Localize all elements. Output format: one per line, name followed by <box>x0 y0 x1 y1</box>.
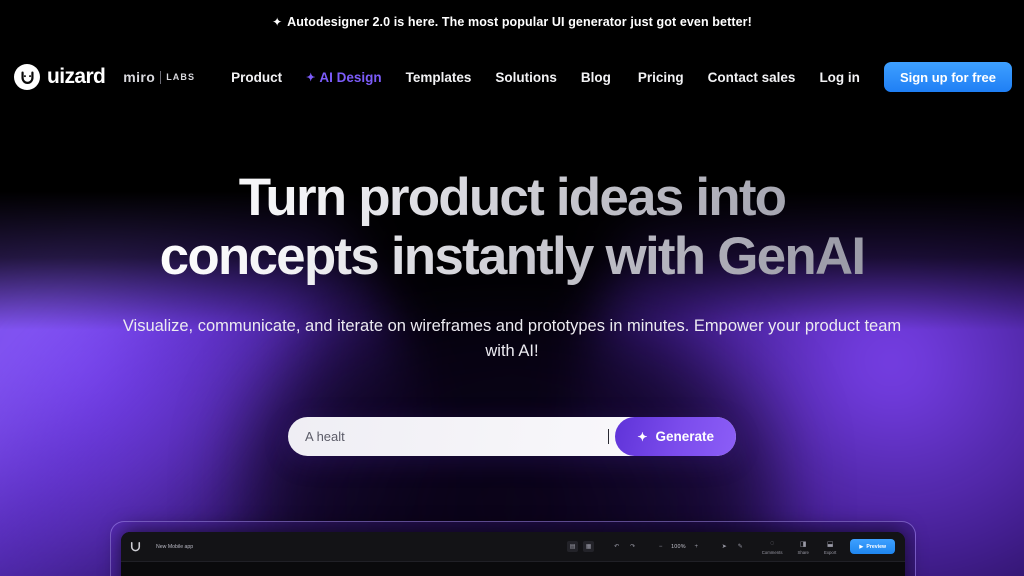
nav-item-templates[interactable]: Templates <box>406 70 472 85</box>
nav-item-contact-sales[interactable]: Contact sales <box>708 70 796 85</box>
app-toolbar: New Mobile app ▤ ▦ ↶ ↷ − 100% + ➤ ✎ ◌ Co… <box>121 532 905 562</box>
share-button[interactable]: ◨ Share <box>792 538 813 556</box>
miro-wordmark: miro <box>123 69 156 85</box>
prompt-bar: ✦ Generate <box>288 417 736 456</box>
history-controls: ↶ ↷ <box>605 541 644 552</box>
app-preview-frame: New Mobile app ▤ ▦ ↶ ↷ − 100% + ➤ ✎ ◌ Co… <box>110 521 916 576</box>
project-title: New Mobile app <box>156 543 194 550</box>
primary-nav-links: Product ✦ AI Design Templates Solutions … <box>231 70 611 85</box>
zoom-controls: − 100% + <box>649 541 708 552</box>
miro-labs-lockup: miro LABS <box>123 69 195 85</box>
top-navigation: uizard miro LABS Product ✦ AI Design Tem… <box>0 44 1024 110</box>
undo-icon[interactable]: ↶ <box>611 541 622 552</box>
text-caret <box>608 429 610 444</box>
comments-label: Comments <box>761 550 783 555</box>
share-label: Share <box>797 550 809 555</box>
app-preview-window: New Mobile app ▤ ▦ ↶ ↷ − 100% + ➤ ✎ ◌ Co… <box>121 532 905 576</box>
uizard-smiley-icon <box>129 540 142 553</box>
zoom-level: 100% <box>671 543 686 550</box>
preview-label: Preview <box>866 543 886 550</box>
preview-button[interactable]: ▶ Preview <box>850 539 895 554</box>
headline-line-2: concepts instantly with GenAI <box>159 227 865 286</box>
pen-icon[interactable]: ✎ <box>735 541 746 552</box>
cursor-icon[interactable]: ➤ <box>719 541 730 552</box>
plus-icon[interactable]: + <box>691 541 702 552</box>
nav-item-product[interactable]: Product <box>231 70 282 85</box>
generate-button-label: Generate <box>655 429 714 444</box>
comments-button[interactable]: ◌ Comments <box>757 538 788 555</box>
nav-item-ai-design[interactable]: ✦ AI Design <box>306 70 381 85</box>
lockup-divider <box>160 70 162 84</box>
sign-up-button[interactable]: Sign up for free <box>883 62 1012 92</box>
hero-subtitle: Visualize, communicate, and iterate on w… <box>122 317 902 360</box>
hero-section: Turn product ideas into concepts instant… <box>0 110 1024 364</box>
components-icon[interactable]: ▦ <box>583 541 595 552</box>
comment-icon: ◌ <box>770 540 775 547</box>
announcement-text: Autodesigner 2.0 is here. The most popul… <box>287 15 752 29</box>
nav-item-blog[interactable]: Blog <box>581 70 611 85</box>
nav-item-solutions[interactable]: Solutions <box>495 70 557 85</box>
brand-wordmark: uizard <box>47 65 106 88</box>
generate-button[interactable]: ✦ Generate <box>615 417 736 456</box>
prompt-input[interactable] <box>288 429 621 444</box>
secondary-nav-links: Pricing Contact sales Log in Sign up for… <box>638 62 1012 92</box>
app-toolbar-controls: ▤ ▦ ↶ ↷ − 100% + ➤ ✎ ◌ Comments ◨ Share … <box>561 538 895 555</box>
announcement-banner[interactable]: ✦ Autodesigner 2.0 is here. The most pop… <box>0 0 1024 44</box>
export-button[interactable]: ⬓ Export <box>819 538 841 556</box>
nav-item-log-in[interactable]: Log in <box>819 70 860 85</box>
mode-controls: ➤ ✎ <box>713 541 752 552</box>
minus-icon[interactable]: − <box>655 541 666 552</box>
sparkle-icon: ✦ <box>306 71 316 84</box>
export-label: Export <box>823 550 837 555</box>
brand-logo[interactable]: uizard miro LABS <box>14 64 195 90</box>
app-canvas[interactable] <box>121 562 905 576</box>
panel-toggles: ▤ ▦ <box>561 541 600 552</box>
uizard-smiley-icon <box>14 64 40 90</box>
redo-icon[interactable]: ↷ <box>627 541 638 552</box>
export-icon: ⬓ <box>826 540 834 548</box>
layers-icon[interactable]: ▤ <box>567 541 579 552</box>
labs-wordmark: LABS <box>166 72 196 82</box>
nav-item-ai-design-label: AI Design <box>319 69 382 85</box>
sparkle-icon: ✦ <box>272 15 283 29</box>
share-icon: ◨ <box>799 540 807 548</box>
sparkle-icon: ✦ <box>637 429 648 444</box>
headline-line-1: Turn product ideas into <box>238 168 786 227</box>
page-title: Turn product ideas into concepts instant… <box>0 168 1024 286</box>
nav-item-pricing[interactable]: Pricing <box>638 70 684 85</box>
play-icon: ▶ <box>859 543 864 550</box>
